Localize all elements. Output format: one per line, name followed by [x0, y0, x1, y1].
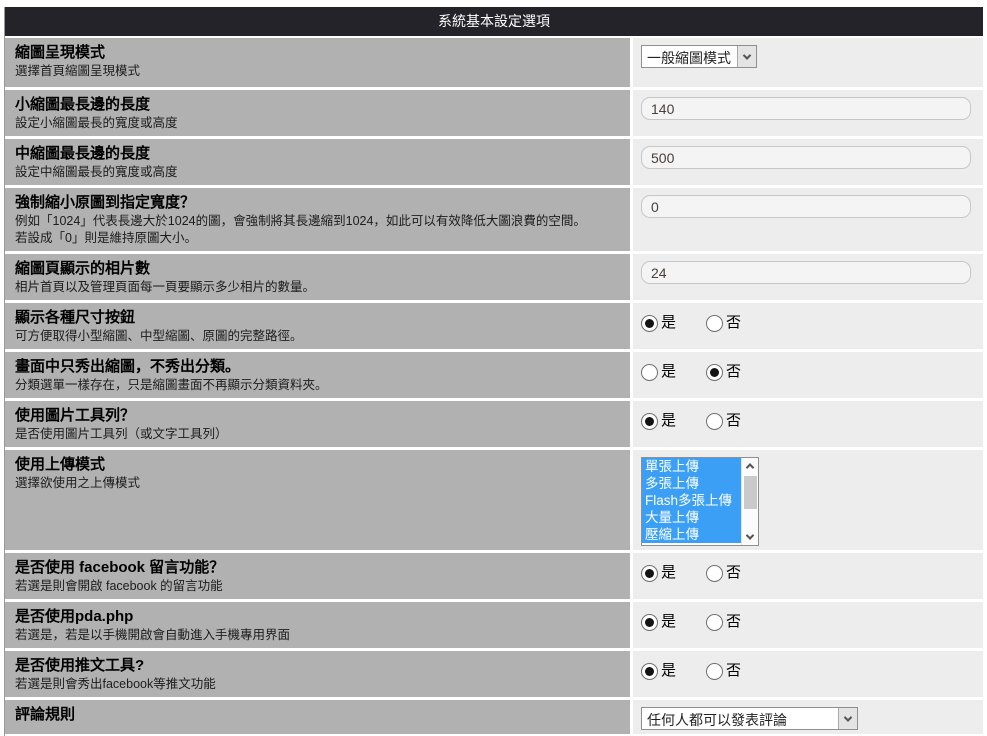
scrollbar[interactable] — [741, 458, 758, 545]
radio-yes[interactable] — [641, 315, 658, 332]
setting-desc: 設定小縮圖最長的寬度或高度 — [15, 115, 620, 132]
setting-desc: 選擇欲使用之上傳模式 — [15, 475, 620, 492]
upload-modes-multiselect[interactable]: 單張上傳 多張上傳 Flash多張上傳 大量上傳 壓縮上傳 — [641, 457, 759, 546]
option-zip-upload[interactable]: 壓縮上傳 — [642, 526, 741, 543]
setting-desc: 選擇首頁縮圖呈現模式 — [15, 63, 620, 80]
settings-table: 系統基本設定選項 縮圖呈現模式 選擇首頁縮圖呈現模式 一般縮圖模式 小縮圖最長邊… — [4, 7, 983, 736]
section-header: 系統基本設定選項 — [5, 7, 983, 38]
radio-no[interactable] — [706, 364, 723, 381]
row-small-thumb-size: 小縮圖最長邊的長度 設定小縮圖最長的寬度或高度 — [5, 90, 983, 139]
row-facebook-comments: 是否使用 facebook 留言功能？ 若選是則會開啟 facebook 的留言… — [5, 553, 983, 602]
setting-desc: 若選是，若是以手機開啟會自動進入手機專用界面 — [15, 627, 620, 644]
radio-group: 是 否 — [641, 560, 975, 584]
setting-title: 使用上傳模式 — [15, 455, 620, 475]
force-shrink-width-input[interactable] — [641, 195, 971, 218]
small-thumb-size-input[interactable] — [641, 97, 971, 120]
comment-rules-select[interactable]: 任何人都可以發表評論 — [641, 707, 858, 730]
radio-group: 是 否 — [641, 609, 975, 633]
setting-title: 是否使用 facebook 留言功能？ — [15, 558, 620, 578]
radio-group: 是 否 — [641, 408, 975, 432]
radio-yes[interactable] — [641, 663, 658, 680]
medium-thumb-size-input[interactable] — [641, 146, 971, 169]
setting-desc: 相片首頁以及管理頁面每一頁要顯示多少相片的數量。 — [15, 279, 620, 296]
setting-title: 小縮圖最長邊的長度 — [15, 95, 620, 115]
setting-title: 縮圖呈現模式 — [15, 43, 620, 63]
radio-no[interactable] — [706, 663, 723, 680]
setting-desc: 若選是則會秀出facebook等推文功能 — [15, 676, 620, 693]
setting-desc: 是否使用圖片工具列（或文字工具列） — [15, 426, 620, 443]
option-bulk-upload[interactable]: 大量上傳 — [642, 509, 741, 526]
setting-title: 顯示各種尺寸按鈕 — [15, 308, 620, 328]
radio-group: 是 否 — [641, 359, 975, 383]
setting-title: 是否使用pda.php — [15, 607, 620, 627]
radio-group: 是 否 — [641, 310, 975, 334]
setting-title: 強制縮小原圖到指定寬度？ — [15, 193, 620, 213]
setting-title: 縮圖頁顯示的相片數 — [15, 259, 620, 279]
setting-desc: 分類選單一樣存在，只是縮圖畫面不再顯示分類資料夾。 — [15, 377, 620, 394]
row-image-toolbar: 使用圖片工具列？ 是否使用圖片工具列（或文字工具列） 是 否 — [5, 401, 983, 450]
radio-no[interactable] — [706, 413, 723, 430]
row-only-thumbs: 畫面中只秀出縮圖，不秀出分類。 分類選單一樣存在，只是縮圖畫面不再顯示分類資料夾… — [5, 352, 983, 401]
radio-no[interactable] — [706, 315, 723, 332]
chevron-down-icon[interactable] — [737, 46, 756, 67]
radio-yes[interactable] — [641, 364, 658, 381]
radio-yes[interactable] — [641, 565, 658, 582]
thumbnail-mode-select[interactable]: 一般縮圖模式 — [641, 45, 757, 68]
setting-title: 是否使用推文工具? — [15, 656, 620, 676]
row-photos-per-page: 縮圖頁顯示的相片數 相片首頁以及管理頁面每一頁要顯示多少相片的數量。 — [5, 254, 983, 303]
scroll-up-icon[interactable] — [742, 458, 758, 474]
photos-per-page-input[interactable] — [641, 261, 971, 284]
option-single-upload[interactable]: 單張上傳 — [642, 458, 741, 475]
row-share-tools: 是否使用推文工具? 若選是則會秀出facebook等推文功能 是 否 — [5, 651, 983, 700]
row-medium-thumb-size: 中縮圖最長邊的長度 設定中縮圖最長的寬度或高度 — [5, 139, 983, 188]
radio-no[interactable] — [706, 565, 723, 582]
setting-desc: 若選是則會開啟 facebook 的留言功能 — [15, 578, 620, 595]
row-upload-modes: 使用上傳模式 選擇欲使用之上傳模式 單張上傳 多張上傳 Flash多張上傳 大量… — [5, 450, 983, 553]
option-flash-multi-upload[interactable]: Flash多張上傳 — [642, 492, 741, 509]
setting-desc-line2: 若設成「0」則是維持原圖大小。 — [15, 230, 620, 247]
row-thumbnail-mode: 縮圖呈現模式 選擇首頁縮圖呈現模式 一般縮圖模式 — [5, 38, 983, 90]
setting-desc: 例如「1024」代表長邊大於1024的圖，會強制將其長邊縮到1024，如此可以有… — [15, 213, 620, 230]
setting-desc: 可方便取得小型縮圖、中型縮圖、原圖的完整路徑。 — [15, 328, 620, 345]
scrollbar-thumb[interactable] — [744, 476, 757, 509]
setting-title: 使用圖片工具列？ — [15, 406, 620, 426]
row-pda-php: 是否使用pda.php 若選是，若是以手機開啟會自動進入手機專用界面 是 否 — [5, 602, 983, 651]
setting-desc: 設定中縮圖最長的寬度或高度 — [15, 164, 620, 181]
row-show-size-buttons: 顯示各種尺寸按鈕 可方便取得小型縮圖、中型縮圖、原圖的完整路徑。 是 否 — [5, 303, 983, 352]
option-multi-upload[interactable]: 多張上傳 — [642, 475, 741, 492]
scroll-down-icon[interactable] — [742, 529, 758, 545]
radio-yes[interactable] — [641, 413, 658, 430]
row-comment-rules: 評論規則 任何人都可以發表評論 — [5, 700, 983, 736]
setting-title: 畫面中只秀出縮圖，不秀出分類。 — [15, 357, 620, 377]
radio-no[interactable] — [706, 614, 723, 631]
chevron-down-icon[interactable] — [838, 708, 857, 729]
setting-title: 評論規則 — [15, 705, 620, 725]
setting-title: 中縮圖最長邊的長度 — [15, 144, 620, 164]
radio-yes[interactable] — [641, 614, 658, 631]
row-force-shrink-width: 強制縮小原圖到指定寬度？ 例如「1024」代表長邊大於1024的圖，會強制將其長… — [5, 188, 983, 254]
radio-group: 是 否 — [641, 658, 975, 682]
